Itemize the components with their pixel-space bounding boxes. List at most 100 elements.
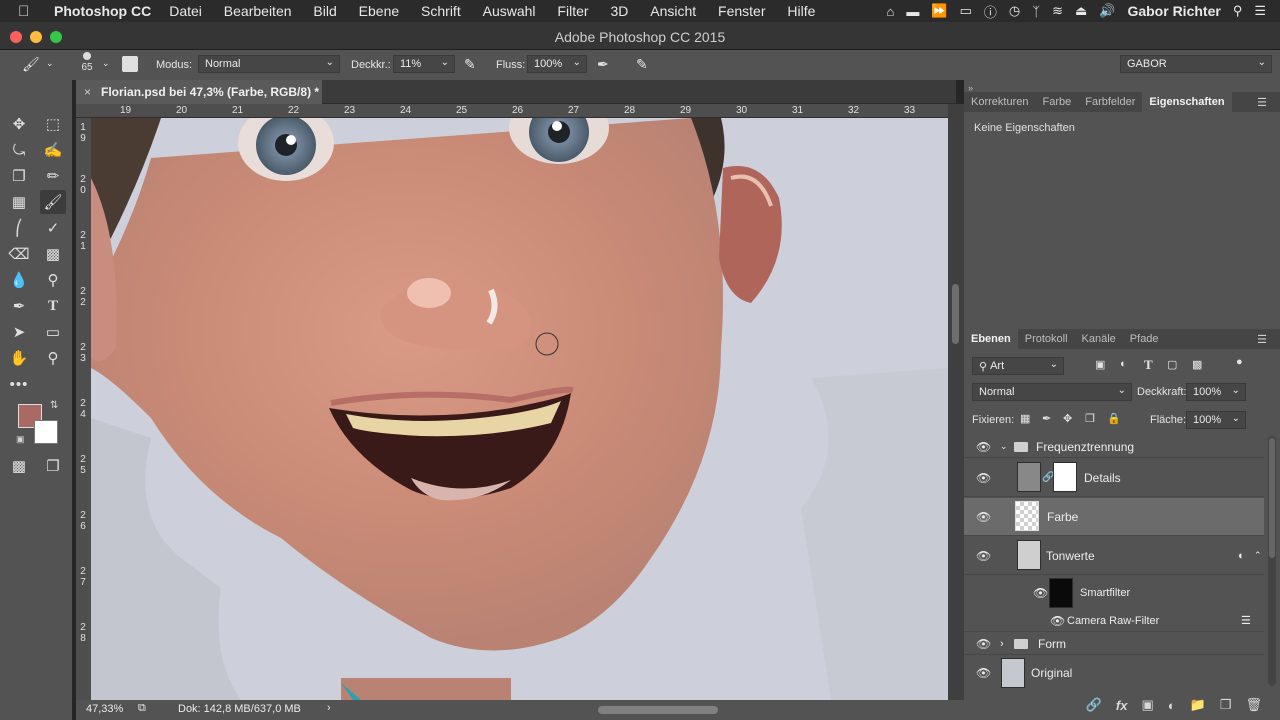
layer-original[interactable]: 👁 Original [964,656,1264,690]
link-layers-icon[interactable]: 🔗 [1086,697,1102,713]
menu-ansicht[interactable]: Ansicht [650,3,696,19]
tab-farbe[interactable]: Farbe [1035,96,1078,108]
search-icon[interactable]: ⚲ [1233,3,1243,19]
brush-tool-icon[interactable]: 🖌 [40,190,66,214]
healing-brush-icon[interactable]: ▦ [6,190,32,214]
info-icon[interactable]: ⓘ [984,2,997,21]
eye-icon[interactable]: 👁 [976,637,991,651]
image-filter-icon[interactable]: ▣ [1095,358,1105,371]
chevron-right-icon[interactable]: › [327,702,331,714]
default-colors-icon[interactable]: ▣ [16,434,25,445]
layer-group-frequenztrennung[interactable]: 👁 ⌄ Frequenztrennung [964,436,1264,458]
user-name[interactable]: Gabor Richter [1127,3,1220,19]
pressure-opacity-icon[interactable]: ✎ [464,56,476,73]
type-filter-icon[interactable]: T [1144,357,1153,373]
menu-hilfe[interactable]: Hilfe [787,3,815,19]
shape-filter-icon[interactable]: ▢ [1167,358,1177,371]
smart-object-options-icon[interactable]: ◐ [1238,550,1245,562]
rectangle-tool-icon[interactable]: ▭ [40,320,66,344]
opacity-input[interactable]: 100% ⌄ [1186,383,1246,401]
fastforward-icon[interactable]: ⏩ [931,3,947,19]
brush-tool-icon[interactable]: 🖌 [22,56,40,73]
tab-pfade[interactable]: Pfade [1123,333,1166,345]
filter-toggle-icon[interactable]: ● [1236,356,1243,368]
layer-camera-raw-filter[interactable]: 👁 Camera Raw-Filter ☰ [964,610,1264,632]
vertical-scrollbar[interactable] [948,104,964,700]
pen-tool-icon[interactable]: ✒ [6,294,32,318]
export-icon[interactable]: ⧉ [138,702,146,715]
trash-icon[interactable]: 🗑 [1245,697,1262,713]
app-menu[interactable]: Photoshop CC [54,3,151,19]
scroll-thumb[interactable] [1269,438,1275,558]
lock-position-icon[interactable]: ✥ [1063,412,1072,425]
document-canvas[interactable]: ❖ [91,118,948,700]
eye-icon[interactable]: 👁 [1033,586,1048,600]
smart-filter-icon[interactable]: ▩ [1192,358,1202,371]
panel-menu-icon[interactable]: ☰ [1250,96,1274,109]
new-layer-icon[interactable]: ❐ [1220,697,1232,713]
chevron-up-icon[interactable]: ⌃ [1254,550,1262,561]
type-tool-icon[interactable]: T [40,294,66,318]
eraser-icon[interactable]: ⌫ [6,242,32,266]
document-tab[interactable]: × Florian.psd bei 47,3% (Farbe, RGB/8) * [76,80,322,104]
scroll-thumb[interactable] [952,284,959,344]
tab-ebenen[interactable]: Ebenen [964,329,1018,349]
menu-filter[interactable]: Filter [557,3,588,19]
lock-all-icon[interactable]: 🔒 [1107,412,1121,425]
tab-protokoll[interactable]: Protokoll [1018,333,1075,345]
dodge-icon[interactable]: ⚲ [40,268,66,292]
menu-bild[interactable]: Bild [313,3,336,19]
chevron-right-icon[interactable]: › [1000,638,1004,650]
layer-details[interactable]: 👁 🔗 Details [964,459,1264,497]
blur-icon[interactable]: 💧 [6,268,32,292]
drive-icon[interactable]: ▬ [906,4,919,19]
adjustment-layer-icon[interactable]: ◐ [1168,698,1176,713]
pressure-size-icon[interactable]: ✎ [636,56,648,73]
volume-icon[interactable]: 🔊 [1099,3,1115,19]
swap-colors-icon[interactable]: ⇅ [50,400,58,411]
gradient-icon[interactable]: ▩ [40,242,66,266]
layer-group-form[interactable]: 👁 › Form [964,633,1264,655]
list-icon[interactable]: ☰ [1254,3,1266,19]
marquee-tool-icon[interactable]: ⬚ [40,112,66,136]
battery-icon[interactable]: ▭ [960,3,972,19]
lock-pixels-icon[interactable]: ✒ [1042,412,1051,425]
layer-farbe[interactable]: 👁 Farbe [964,498,1264,536]
brush-panel-icon[interactable] [122,56,138,72]
menu-datei[interactable]: Datei [169,3,202,19]
layers-scrollbar[interactable] [1268,436,1276,686]
layer-tonwerte[interactable]: 👁 Tonwerte ◐ ⌃ [964,537,1264,575]
wifi-icon[interactable]: ≋ [1052,3,1063,19]
crop-tool-icon[interactable]: ❐ [6,164,32,188]
menu-schrift[interactable]: Schrift [421,3,461,19]
menu-3d[interactable]: 3D [610,3,628,19]
bluetooth-icon[interactable]: ᛉ [1032,4,1040,19]
close-icon[interactable]: × [84,85,91,99]
modus-select[interactable]: Normal ⌄ [198,55,340,73]
lock-artboard-icon[interactable]: ❐ [1085,412,1095,425]
filter-settings-icon[interactable]: ☰ [1241,614,1251,627]
chevron-down-icon[interactable]: ⌄ [46,58,54,69]
hand-tool-icon[interactable]: ✋ [6,346,32,370]
brush-preset[interactable]: 65 [76,52,98,73]
deckkr-input[interactable]: 11% ⌄ [393,55,455,73]
more-tools-icon[interactable]: ••• [6,372,32,396]
tab-korrekturen[interactable]: Korrekturen [964,96,1035,108]
screen-mode-icon[interactable]: ❐ [40,454,66,478]
quick-mask-icon[interactable]: ▩ [6,454,32,478]
eye-icon[interactable]: 👁 [976,549,991,563]
home-icon[interactable]: ⌂ [887,4,895,19]
tab-kanaele[interactable]: Kanäle [1075,333,1123,345]
stamp-tool-icon[interactable]: ⎛ [6,216,32,240]
move-tool-icon[interactable]: ✥ [6,112,32,136]
zoom-level[interactable]: 47,33% [86,703,123,715]
adjust-filter-icon[interactable]: ◐ [1120,358,1127,370]
panel-menu-icon[interactable]: ☰ [1250,333,1274,346]
layer-filter-select[interactable]: ⚲ Art ⌄ [972,357,1064,375]
lock-transparent-icon[interactable]: ▦ [1020,412,1030,425]
blend-mode-select[interactable]: Normal ⌄ [972,383,1132,401]
tab-eigenschaften[interactable]: Eigenschaften [1142,92,1232,112]
eyedropper-icon[interactable]: ✏ [40,164,66,188]
fluss-input[interactable]: 100% ⌄ [527,55,587,73]
lasso-tool-icon[interactable]: ⤿ [6,138,32,162]
